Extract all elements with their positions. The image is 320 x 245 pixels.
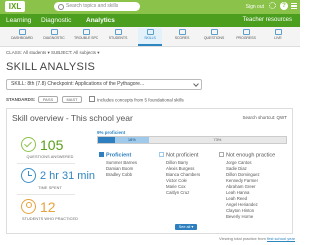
students-group-icon [21, 199, 36, 214]
search-shortcut: Search shortcut: QWT [242, 115, 287, 120]
teacher-resources-link[interactable]: Teacher resources [243, 14, 292, 27]
chevron-down-icon [193, 81, 199, 87]
help-icon[interactable]: ? [280, 2, 288, 10]
page-title: SKILL ANALYSIS [6, 61, 96, 73]
standard-pill-mast[interactable]: MAST [62, 96, 82, 103]
tab-progress[interactable]: PROGRESS [234, 28, 258, 46]
student-name[interactable]: Victor Cole [166, 178, 187, 184]
students-practiced-label: STUDENTS WHO PRACTICED [22, 217, 78, 221]
student-name[interactable]: Sadie Diaz [226, 166, 247, 172]
student-name[interactable]: Dillon Barry [166, 160, 188, 166]
student-name[interactable]: Jorge Cantos [226, 160, 252, 166]
not-enough-segment: 73% [213, 137, 222, 142]
skill-select[interactable]: SKILL: 8th (7.8) Checkpoint: Application… [6, 79, 202, 90]
not-proficient-header: Not proficient [159, 152, 198, 159]
tab-questions[interactable]: QUESTIONS [202, 28, 226, 46]
tab-label: LIVE [274, 36, 282, 40]
analytics-tabs: DASHBOARD DIAGNOSTIC TROUBLE SPOTS STUDE… [0, 27, 300, 47]
questions-answered-label: QUESTIONS ANSWERED [26, 155, 74, 159]
tab-label: DIAGNOSTIC [43, 36, 65, 40]
footer-prefix: Viewing total practice from [219, 236, 267, 241]
tab-scores[interactable]: SCORES [170, 28, 194, 46]
search-input[interactable]: Search topics and skills [54, 2, 140, 11]
check-circle-icon [21, 137, 36, 152]
skill-select-value: SKILL: 8th (7.8) Checkpoint: Application… [11, 81, 145, 87]
first-school-year-link[interactable]: first school year [267, 236, 295, 241]
student-name[interactable]: Caitlyn Cruz [166, 190, 189, 196]
tab-label: STUDENTS [108, 36, 128, 40]
nav-learning[interactable]: Learning [6, 14, 31, 27]
proficiency-bar[interactable]: 18% 73% [97, 136, 287, 144]
sign-out-link[interactable]: Sign out [246, 2, 264, 12]
tab-live[interactable]: LIVE [266, 28, 290, 46]
skill-overview-panel: Skill overview - This school year Search… [6, 108, 293, 234]
not-enough-label: Not enough practice [226, 152, 276, 159]
standard-pill-pass[interactable]: PASS [38, 96, 58, 103]
time-spent-value: 2 hr 31 min [40, 170, 96, 182]
tab-skills[interactable]: SKILLS [138, 28, 162, 46]
tab-label: QUESTIONS [203, 36, 225, 40]
not-proficient-swatch [159, 152, 164, 157]
student-name[interactable]: Bradley Cobb [106, 172, 132, 178]
tab-students[interactable]: STUDENTS [106, 28, 130, 46]
tab-diagnostic[interactable]: DIAGNOSTIC [42, 28, 66, 46]
footer-note: Viewing total practice from first school… [219, 236, 295, 242]
clock-icon [21, 168, 36, 183]
tab-dashboard[interactable]: DASHBOARD [10, 28, 34, 46]
divider [17, 163, 75, 164]
time-spent-label: TIME SPENT [38, 186, 62, 190]
proficient-segment [98, 137, 115, 143]
student-name[interactable]: Dillon Dominguez [226, 172, 260, 178]
questions-answered-value: 105 [40, 137, 64, 153]
main-nav: Learning Diagnostic Analytics Teacher re… [0, 14, 300, 27]
student-name[interactable]: Beverly Horne [226, 214, 253, 220]
not-enough-header: Not enough practice [219, 152, 275, 159]
gear-icon[interactable] [269, 2, 276, 9]
top-bar: IXL Search topics and skills Sign out ? [0, 0, 300, 14]
student-name[interactable]: Leah Hanna [226, 190, 249, 196]
standards-label: STANDARDS: [6, 97, 36, 102]
tab-label: SCORES [174, 36, 190, 40]
student-name[interactable]: Angel Heriandez [226, 202, 258, 208]
not-proficient-label: Not proficient [166, 152, 199, 159]
foundational-skills-label: Includes concepts from 5 foundational sk… [97, 97, 184, 103]
ixl-logo[interactable]: IXL [5, 1, 25, 12]
student-name[interactable]: Damian Boom [106, 166, 133, 172]
nav-diagnostic[interactable]: Diagnostic [41, 14, 71, 27]
student-name[interactable]: Bianca Chambers [166, 172, 200, 178]
foundational-skills-toggle[interactable]: Includes concepts from 5 foundational sk… [89, 96, 184, 103]
not-enough-swatch [219, 152, 224, 157]
proficient-header: Proficient [99, 152, 131, 159]
search-icon [58, 4, 64, 10]
tab-trouble-spots[interactable]: TROUBLE SPOTS [74, 28, 98, 46]
nav-analytics[interactable]: Analytics [86, 14, 115, 27]
proficient-label: Proficient [106, 152, 132, 159]
not-proficient-segment: 18% [114, 137, 149, 143]
class-subject-filters[interactable]: CLASS: All students ▾ SUBJECT: All subje… [6, 49, 100, 57]
students-practiced-value: 12 [40, 199, 56, 215]
student-name[interactable]: Clayton Hinton [226, 208, 254, 214]
student-name[interactable]: Alexis Burgess [166, 166, 194, 172]
menu-icon[interactable] [291, 3, 297, 9]
divider [17, 194, 75, 195]
tab-label: DASHBOARD [11, 36, 33, 40]
tab-label: SKILLS [144, 36, 156, 40]
proficient-swatch [99, 152, 104, 157]
checkbox[interactable] [89, 96, 95, 102]
tab-label: TROUBLE SPOTS [74, 36, 98, 40]
panel-title: Skill overview - This school year [12, 113, 133, 123]
student-name[interactable]: Leah Reed [226, 196, 247, 202]
student-name[interactable]: Summer Barnes [106, 160, 137, 166]
student-name[interactable]: Abraham Greer [226, 184, 256, 190]
student-name[interactable]: Kennedy Farmer [226, 178, 258, 184]
student-name[interactable]: Marie Cox [166, 184, 186, 190]
tab-label: PROGRESS [236, 36, 256, 40]
see-all-button[interactable]: See all ▾ [175, 224, 197, 230]
